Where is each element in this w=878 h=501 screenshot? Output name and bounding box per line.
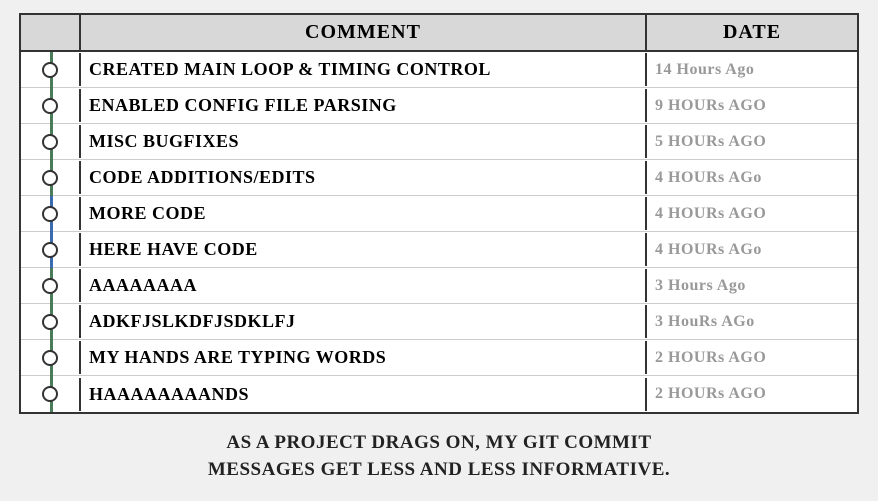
row-comment: ENABLED CONFIG FILE PARSING	[79, 89, 647, 122]
row-date: 4 HOURs AGO	[647, 199, 857, 229]
table-row: ADKFJSLKDFJSDKLFJ 3 HouRs AGo	[21, 304, 857, 340]
commit-circle	[42, 206, 58, 222]
icon-col-header	[21, 15, 79, 50]
comment-header: COMMENT	[79, 15, 647, 50]
row-icon-cell	[21, 170, 79, 186]
row-icon-cell	[21, 134, 79, 150]
table-header: COMMENT DATE	[21, 15, 857, 52]
commit-circle	[42, 242, 58, 258]
row-icon-cell	[21, 314, 79, 330]
commit-circle	[42, 386, 58, 402]
row-icon-cell	[21, 206, 79, 222]
table-row: CODE ADDITIONS/EDITS 4 HOURs AGo	[21, 160, 857, 196]
main-container: COMMENT DATE CREATED MAIN LOOP & TIMING …	[9, 3, 869, 497]
table-body: CREATED MAIN LOOP & TIMING CONTROL 14 Ho…	[21, 52, 857, 412]
date-header: DATE	[647, 15, 857, 50]
row-date: 3 Hours Ago	[647, 271, 857, 301]
row-comment: HERE HAVE CODE	[79, 233, 647, 266]
table-row: MISC BUGFIXES 5 HOURs AGO	[21, 124, 857, 160]
commit-circle	[42, 98, 58, 114]
row-icon-cell	[21, 242, 79, 258]
row-date: 5 HOURs AGO	[647, 127, 857, 157]
row-comment: MORE CODE	[79, 197, 647, 230]
table-row: MY HANDS ARE TYPING WORDS 2 HOURs AGO	[21, 340, 857, 376]
table-row: HAAAAAAAANDS 2 HOURs AGO	[21, 376, 857, 412]
row-date: 2 HOURs AGO	[647, 343, 857, 373]
row-date: 3 HouRs AGo	[647, 307, 857, 337]
commit-circle	[42, 134, 58, 150]
commit-table: COMMENT DATE CREATED MAIN LOOP & TIMING …	[19, 13, 859, 414]
row-date: 14 Hours Ago	[647, 55, 857, 85]
commit-circle	[42, 278, 58, 294]
row-icon-cell	[21, 350, 79, 366]
table-row: MORE CODE 4 HOURs AGO	[21, 196, 857, 232]
row-date: 4 HOURs AGo	[647, 235, 857, 265]
row-icon-cell	[21, 62, 79, 78]
table-row: ENABLED CONFIG FILE PARSING 9 HOURs AGO	[21, 88, 857, 124]
row-date: 4 HOURs AGo	[647, 163, 857, 193]
row-comment: HAAAAAAAANDS	[79, 378, 647, 411]
commit-circle	[42, 350, 58, 366]
row-comment: ADKFJSLKDFJSDKLFJ	[79, 305, 647, 338]
table-row: CREATED MAIN LOOP & TIMING CONTROL 14 Ho…	[21, 52, 857, 88]
row-comment: MISC BUGFIXES	[79, 125, 647, 158]
row-date: 2 HOURs AGO	[647, 379, 857, 409]
caption-line2: MESSAGES GET LESS AND LESS INFORMATIVE.	[208, 459, 670, 480]
row-date: 9 HOURs AGO	[647, 91, 857, 121]
caption: AS A PROJECT DRAGS ON, MY GIT COMMIT MES…	[19, 426, 859, 487]
row-comment: MY HANDS ARE TYPING WORDS	[79, 341, 647, 374]
commit-circle	[42, 170, 58, 186]
table-row: HERE HAVE CODE 4 HOURs AGo	[21, 232, 857, 268]
row-icon-cell	[21, 386, 79, 402]
table-row: AAAAAAAA 3 Hours Ago	[21, 268, 857, 304]
caption-line1: AS A PROJECT DRAGS ON, MY GIT COMMIT	[226, 432, 651, 453]
row-icon-cell	[21, 278, 79, 294]
row-comment: CODE ADDITIONS/EDITS	[79, 161, 647, 194]
commit-circle	[42, 62, 58, 78]
row-comment: AAAAAAAA	[79, 269, 647, 302]
row-icon-cell	[21, 98, 79, 114]
row-comment: CREATED MAIN LOOP & TIMING CONTROL	[79, 53, 647, 86]
commit-circle	[42, 314, 58, 330]
